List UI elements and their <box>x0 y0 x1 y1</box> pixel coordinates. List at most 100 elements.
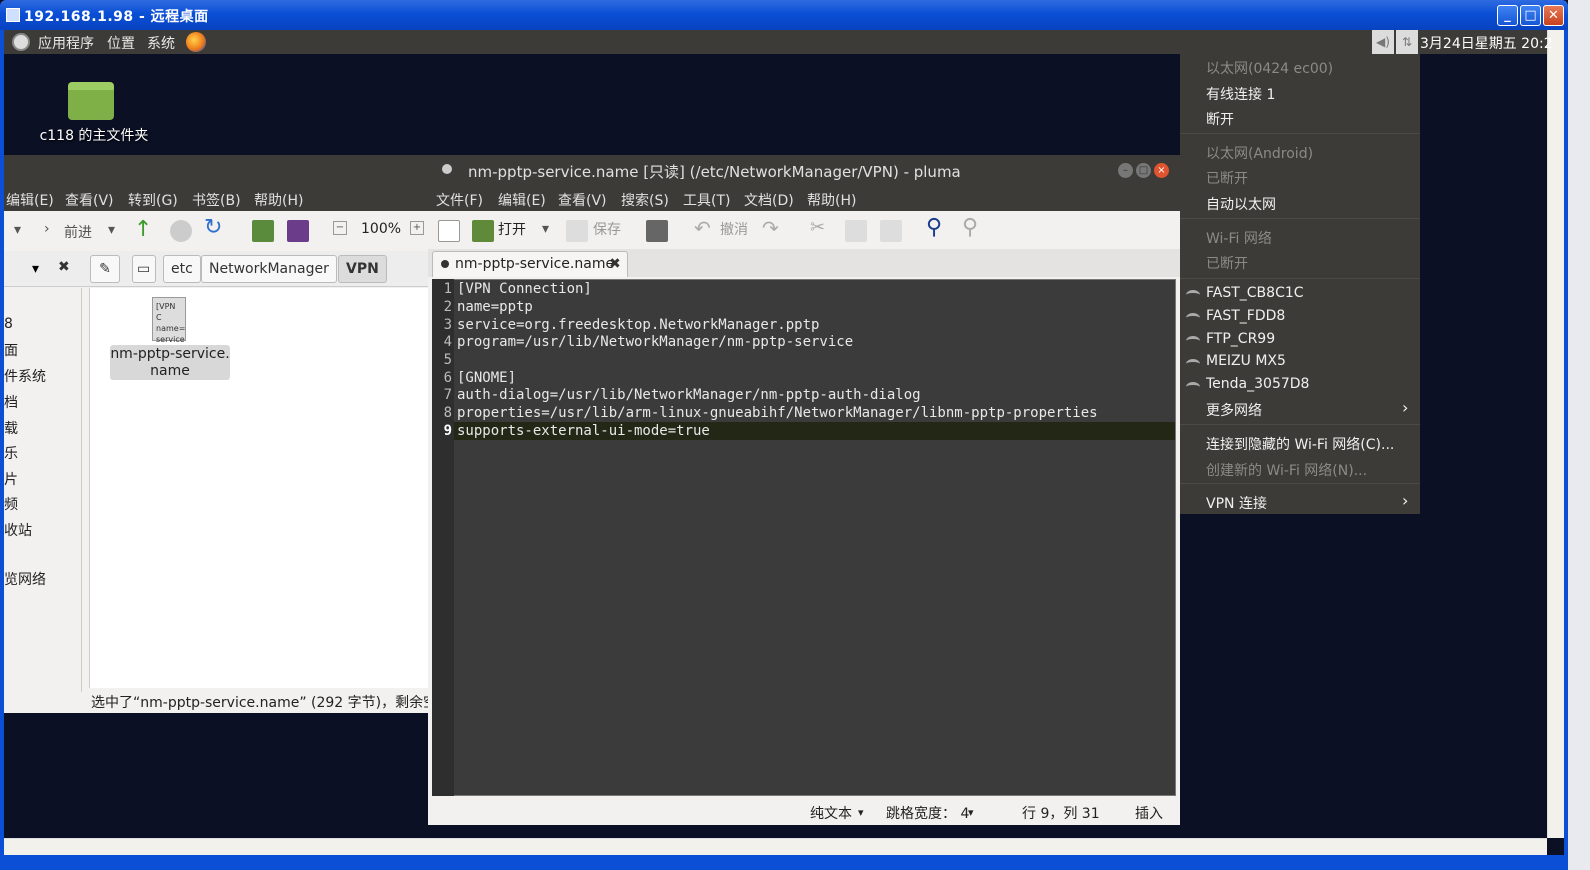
save-icon[interactable] <box>566 220 588 242</box>
sidebar-item[interactable]: 面 <box>4 340 18 360</box>
path-vpn[interactable]: VPN <box>338 255 387 283</box>
forward-dropdown-icon[interactable]: ▾ <box>108 222 115 238</box>
menu-edit[interactable]: 编辑(E) <box>498 190 546 210</box>
reload-icon[interactable]: ↻ <box>204 215 222 240</box>
vpn-connections-item[interactable]: VPN 连接 <box>1206 493 1267 513</box>
open-icon[interactable] <box>472 220 494 242</box>
line-number: 5 <box>443 352 452 368</box>
drive-icon[interactable]: ▭ <box>132 255 156 283</box>
path-networkmanager[interactable]: NetworkManager <box>201 255 337 283</box>
window-menu-icon[interactable] <box>442 164 452 174</box>
wifi-network[interactable]: FAST_CB8C1C <box>1206 285 1304 301</box>
document-tab[interactable]: nm-pptp-service.name ✖ <box>432 251 628 277</box>
sidebar-item[interactable]: 收站 <box>4 520 32 540</box>
stop-icon[interactable] <box>170 220 192 242</box>
sidebar-item[interactable]: 载 <box>4 418 18 438</box>
menu-documents[interactable]: 文档(D) <box>744 190 794 210</box>
close-button[interactable]: ✕ <box>1543 5 1564 26</box>
language-dropdown-icon[interactable]: ▾ <box>858 806 864 819</box>
edit-path-icon[interactable]: ✎ <box>90 255 120 283</box>
places-menu[interactable]: 位置 <box>107 33 135 53</box>
ubuntu-logo-icon[interactable] <box>12 33 30 51</box>
menu-search[interactable]: 搜索(S) <box>621 190 669 210</box>
fm-menu-view[interactable]: 查看(V) <box>65 190 114 210</box>
vertical-scrollbar[interactable] <box>1547 30 1564 838</box>
menu-view[interactable]: 查看(V) <box>558 190 607 210</box>
sidebar-item[interactable]: 片 <box>4 469 18 489</box>
new-document-icon[interactable] <box>438 220 460 242</box>
undo-icon[interactable]: ↶ <box>694 216 711 240</box>
pluma-minimize-button[interactable]: – <box>1118 163 1133 178</box>
wired-connection-1[interactable]: 有线连接 1 <box>1206 84 1275 104</box>
clock[interactable]: 3月24日星期五 20:2 <box>1420 33 1553 53</box>
sidebar-item[interactable]: 8 <box>4 316 13 332</box>
pluma-maximize-button[interactable]: □ <box>1136 163 1151 178</box>
sidebar-item[interactable]: 乐 <box>4 443 18 463</box>
replace-icon[interactable]: ⚲ <box>962 215 978 240</box>
wifi-signal-icon <box>1186 382 1200 392</box>
up-arrow-icon[interactable]: ↑ <box>134 217 152 242</box>
disconnect-item[interactable]: 断开 <box>1206 109 1234 129</box>
fm-menu-help[interactable]: 帮助(H) <box>254 190 303 210</box>
horizontal-scrollbar[interactable] <box>4 838 1547 855</box>
open-dropdown-icon[interactable]: ▾ <box>542 221 549 237</box>
menu-tools[interactable]: 工具(T) <box>683 190 730 210</box>
wifi-status: 已断开 <box>1206 256 1248 272</box>
sidebar-item[interactable]: 档 <box>4 392 18 412</box>
wifi-network[interactable]: Tenda_3057D8 <box>1206 376 1309 392</box>
volume-icon[interactable]: ◀) <box>1372 30 1394 54</box>
wifi-network[interactable]: FTP_CR99 <box>1206 331 1275 347</box>
computer-icon[interactable] <box>287 220 309 242</box>
redo-icon[interactable]: ↷ <box>762 216 779 240</box>
auto-ethernet[interactable]: 自动以太网 <box>1206 194 1276 214</box>
text-editor-area[interactable] <box>432 279 1176 796</box>
line-number: 6 <box>443 370 452 386</box>
more-networks-item[interactable]: 更多网络 <box>1206 400 1262 420</box>
back-dropdown-icon[interactable]: ▾ <box>14 222 21 238</box>
paste-icon[interactable] <box>880 220 902 242</box>
wifi-network[interactable]: MEIZU MX5 <box>1206 353 1286 369</box>
print-icon[interactable] <box>646 220 668 242</box>
sidebar-item[interactable]: 览网络 <box>4 569 46 589</box>
minimize-button[interactable]: _ <box>1497 5 1518 26</box>
code-line: [GNOME] <box>457 370 517 386</box>
applications-menu[interactable]: 应用程序 <box>38 33 94 53</box>
tab-width-selector[interactable]: 跳格宽度： 4 <box>886 803 969 823</box>
zoom-in-icon[interactable]: + <box>410 221 424 235</box>
fm-menu-bookmarks[interactable]: 书签(B) <box>192 190 241 210</box>
path-etc[interactable]: etc <box>163 255 201 283</box>
file-name-label[interactable]: nm-pptp-service. name <box>110 345 230 380</box>
pathbar-dropdown-icon[interactable]: ▾ <box>32 261 39 277</box>
menu-file[interactable]: 文件(F) <box>436 190 483 210</box>
forward-arrow-icon[interactable]: › <box>44 221 50 237</box>
home-folder-icon[interactable] <box>68 82 114 120</box>
pluma-toolbar: 打开 ▾ 保存 ↶ 撤消 ↷ ✂ ⚲ ⚲ <box>428 211 1180 251</box>
tab-close-icon[interactable]: ✖ <box>609 252 621 276</box>
sidebar-item[interactable]: 频 <box>4 494 18 514</box>
home-icon[interactable] <box>252 220 274 242</box>
maximize-button[interactable]: □ <box>1520 5 1541 26</box>
undo-button[interactable]: 撤消 <box>720 219 748 239</box>
system-menu[interactable]: 系统 <box>147 33 175 53</box>
cut-icon[interactable]: ✂ <box>810 217 825 238</box>
forward-button[interactable]: 前进 <box>64 222 92 242</box>
sidebar-item[interactable]: 件系统 <box>4 366 46 386</box>
tab-width-dropdown-icon[interactable]: ▾ <box>968 806 974 819</box>
connect-hidden-wifi[interactable]: 连接到隐藏的 Wi-Fi 网络(C)... <box>1206 434 1394 454</box>
home-folder-label[interactable]: c118 的主文件夹 <box>34 125 154 145</box>
network-icon[interactable]: ⇅ <box>1396 30 1418 54</box>
language-selector[interactable]: 纯文本 <box>810 803 852 823</box>
fm-menu-go[interactable]: 转到(G) <box>128 190 178 210</box>
firefox-icon[interactable] <box>186 32 206 52</box>
close-pane-icon[interactable]: ✖ <box>58 259 70 275</box>
pluma-close-button[interactable]: × <box>1154 163 1169 178</box>
zoom-out-icon[interactable]: − <box>333 221 347 235</box>
fm-menu-edit[interactable]: 编辑(E) <box>6 190 54 210</box>
text-file-icon[interactable]: [VPN C name= service <box>152 297 186 344</box>
copy-icon[interactable] <box>845 220 867 242</box>
save-button[interactable]: 保存 <box>593 219 621 239</box>
menu-help[interactable]: 帮助(H) <box>807 190 856 210</box>
wifi-network[interactable]: FAST_FDD8 <box>1206 308 1285 324</box>
open-button[interactable]: 打开 <box>498 219 526 239</box>
search-icon[interactable]: ⚲ <box>926 215 942 240</box>
